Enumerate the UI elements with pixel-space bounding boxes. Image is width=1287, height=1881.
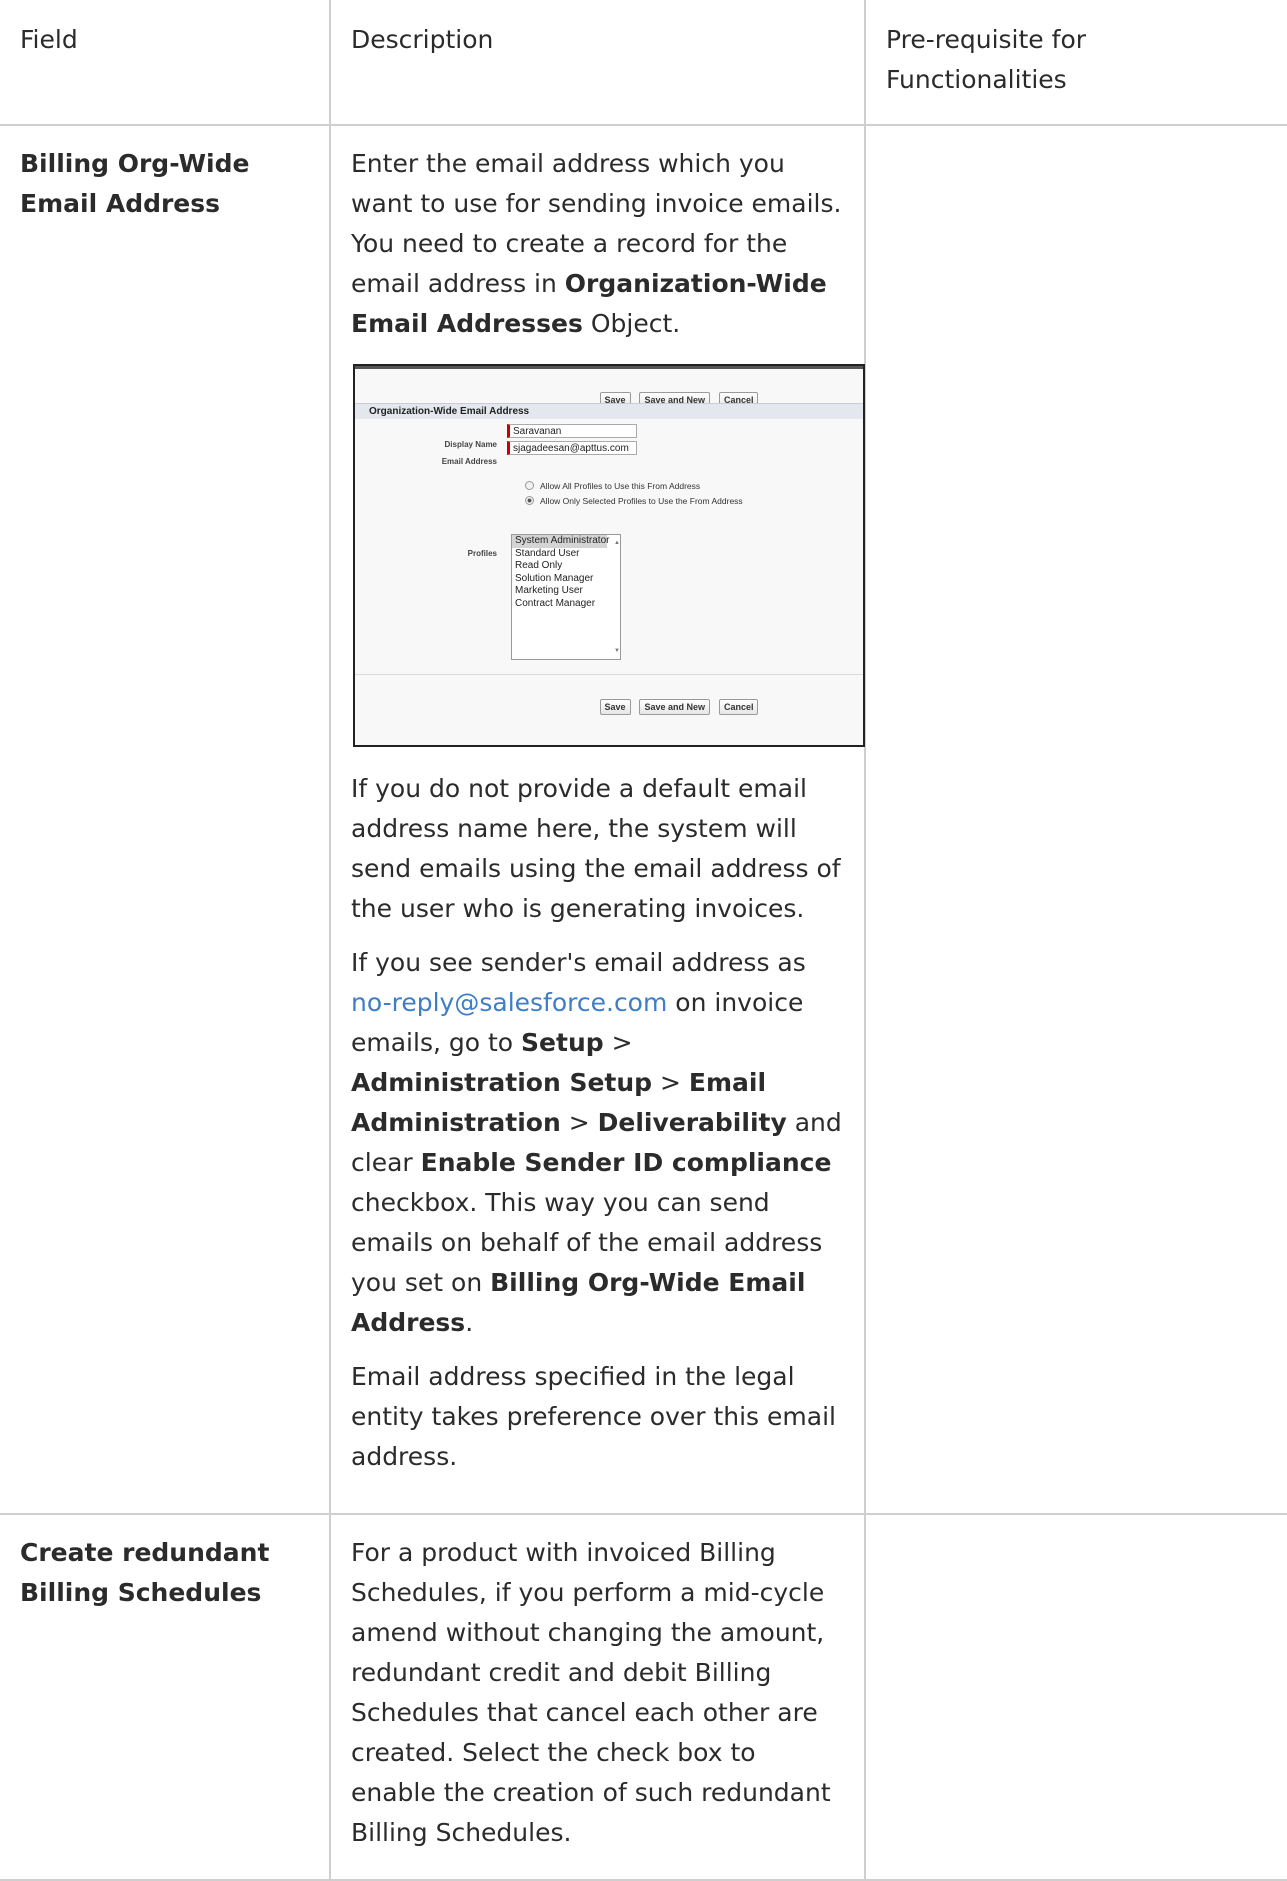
scroll-down-icon: ▼ [614,647,620,654]
display-name-input[interactable]: Saravanan [507,424,637,438]
scrollbar[interactable]: ▲ ▼ [608,537,620,657]
radio-unselected-icon [525,481,534,490]
cancel-button[interactable]: Cancel [718,699,759,715]
profiles-listbox[interactable]: System Administrator Standard User Read … [511,534,621,660]
header-prerequisite: Pre-requisite for Functionalities [864,0,1287,126]
header-field: Field [0,0,331,126]
no-reply-email-link[interactable]: no-reply@salesforce.com [351,988,667,1017]
email-address-label: Email Address [441,457,497,466]
email-address-input[interactable]: sjagadeesan@apttus.com [507,441,637,455]
list-item[interactable]: Standard User [512,548,620,561]
radio-allow-all[interactable]: Allow All Profiles to Use this From Addr… [525,480,700,492]
field-cell: Billing Org-Wide Email Address [0,124,331,1515]
field-name: Billing Org-Wide Email Address [20,149,250,218]
list-item[interactable]: Marketing User [512,585,620,598]
description-paragraph: For a product with invoiced Billing Sche… [351,1538,831,1847]
profiles-label: Profiles [467,549,497,558]
save-button[interactable]: Save [599,699,631,715]
header-row: Field Description Pre-requisite for Func… [0,0,1287,126]
description-paragraph: Email address specified in the legal ent… [351,1362,836,1471]
section-title: Organization-Wide Email Address [355,403,863,419]
radio-allow-selected[interactable]: Allow Only Selected Profiles to Use the … [525,495,743,507]
description-paragraph: Enter the email address which you want t… [351,149,842,338]
prerequisite-cell [864,1513,1287,1881]
table-row: Billing Org-Wide Email Address Enter the… [0,124,1287,1515]
list-item[interactable]: Contract Manager [512,598,620,611]
field-cell: Create redundant Billing Schedules [0,1513,331,1881]
bottom-button-row: Save Save and New Cancel [355,682,863,722]
description-paragraph: If you do not provide a default email ad… [351,774,841,923]
save-and-new-button[interactable]: Save and New [639,699,711,715]
list-item[interactable]: Solution Manager [512,573,620,586]
prerequisite-cell [864,124,1287,1515]
table-row: Create redundant Billing Schedules For a… [0,1513,1287,1881]
field-name: Create redundant Billing Schedules [20,1538,270,1607]
list-item[interactable]: System Administrator [512,535,609,548]
description-cell: For a product with invoiced Billing Sche… [329,1513,866,1881]
list-item[interactable]: Read Only [512,560,620,573]
header-description: Description [329,0,866,126]
settings-table: Field Description Pre-requisite for Func… [0,0,1287,1881]
radio-selected-icon [525,496,534,505]
description-paragraph: If you see sender's email address as no-… [351,948,842,1337]
scroll-up-icon: ▲ [614,540,620,546]
org-wide-email-screenshot: Save Save and New Cancel Organization-Wi… [353,364,865,747]
description-cell: Enter the email address which you want t… [329,124,866,1515]
